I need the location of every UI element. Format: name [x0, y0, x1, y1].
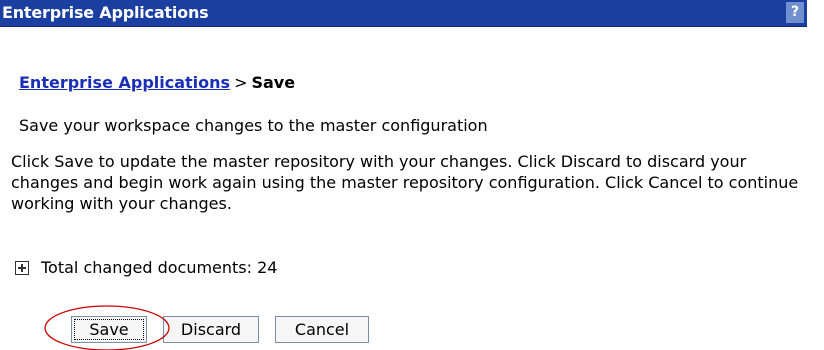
page-subtitle: Save your workspace changes to the maste… [19, 116, 488, 135]
breadcrumb-link-enterprise-applications[interactable]: Enterprise Applications [19, 73, 230, 92]
plus-box-icon[interactable] [15, 260, 29, 275]
breadcrumb: Enterprise Applications > Save [19, 73, 295, 92]
cancel-button[interactable]: Cancel [275, 316, 369, 343]
title-bar: Enterprise Applications ? [0, 0, 807, 27]
window-title: Enterprise Applications [2, 3, 209, 22]
instructions-text: Click Save to update the master reposito… [11, 152, 799, 213]
changed-documents-label: Total changed documents: 24 [41, 258, 278, 277]
breadcrumb-separator: > [234, 73, 248, 92]
discard-button[interactable]: Discard [163, 316, 259, 343]
save-button[interactable]: Save [71, 316, 147, 343]
breadcrumb-current: Save [251, 73, 296, 92]
changed-documents-row: Total changed documents: 24 [15, 258, 277, 277]
help-icon[interactable]: ? [786, 2, 804, 23]
